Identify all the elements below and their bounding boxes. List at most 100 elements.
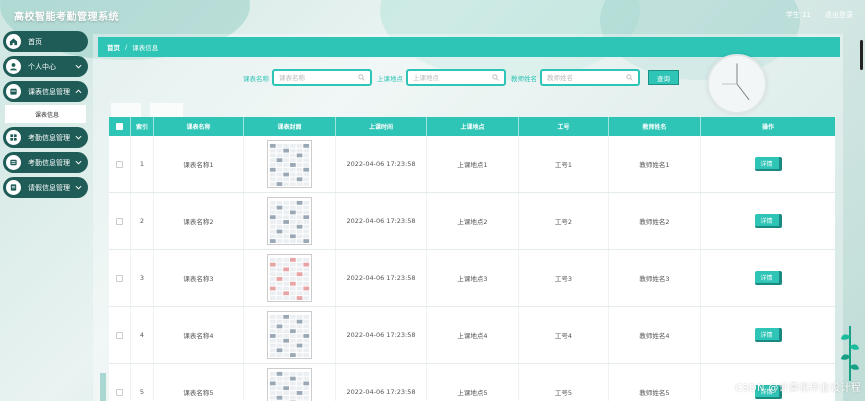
timetable-grid-graphic	[269, 257, 310, 300]
course-name-field[interactable]	[272, 69, 372, 86]
header-time: 上课时间	[336, 117, 427, 136]
row-place: 上课地点5	[427, 364, 519, 401]
clock-decoration	[707, 54, 767, 114]
sidebar-item-attendance[interactable]: 考勤信息管理	[3, 127, 88, 148]
detail-button[interactable]: 详情	[754, 328, 782, 342]
chevron-down-icon	[75, 64, 82, 69]
calendar-icon	[6, 84, 21, 99]
row-checkbox[interactable]	[116, 217, 123, 225]
schedule-thumbnail[interactable]	[267, 311, 312, 359]
place-label: 上课地点	[377, 74, 403, 83]
row-checkbox[interactable]	[116, 160, 123, 168]
table-row: 5 课表名称5 2022-04-06 17:23:58 上课地点5 工号5 教师…	[109, 364, 835, 401]
user-name[interactable]: 学生 11	[786, 10, 811, 20]
header-select-all[interactable]	[109, 117, 131, 136]
row-course-name: 课表名称3	[154, 250, 244, 306]
row-teacher: 教师姓名1	[609, 136, 701, 192]
sidebar-subitem-schedule-info[interactable]: 课表信息	[5, 105, 86, 123]
course-name-label: 课表名称	[243, 74, 269, 83]
place-field[interactable]	[406, 69, 506, 86]
row-checkbox[interactable]	[116, 274, 123, 282]
row-index: 3	[131, 250, 154, 306]
row-place: 上课地点3	[427, 250, 519, 306]
grid-icon	[6, 130, 21, 145]
schedule-table: 索引 课表名称 课表封面 上课时间 上课地点 工号 教师姓名 操作 1 课表名称…	[109, 117, 835, 401]
row-course-name: 课表名称1	[154, 136, 244, 192]
row-time: 2022-04-06 17:23:58	[336, 307, 427, 363]
row-index: 2	[131, 193, 154, 249]
course-name-input[interactable]	[279, 73, 357, 82]
scrollbar[interactable]	[860, 40, 863, 70]
sidebar-item-leave[interactable]: 请假信息管理	[3, 177, 88, 198]
list-icon	[6, 155, 21, 170]
header-course-name: 课表名称	[154, 117, 244, 136]
sidebar-item-schedule[interactable]: 课表信息管理	[3, 81, 88, 102]
header-teacher: 教师姓名	[609, 117, 701, 136]
breadcrumb-home[interactable]: 首页	[107, 42, 120, 52]
teacher-label: 教师姓名	[511, 74, 537, 83]
logout-button[interactable]: 退出登录	[825, 10, 853, 20]
table-row: 1 课表名称1 2022-04-06 17:23:58 上课地点1 工号1 教师…	[109, 136, 835, 193]
checkbox[interactable]	[116, 123, 123, 130]
schedule-thumbnail[interactable]	[267, 368, 312, 401]
watermark: CSDN @计算机毕业设计程	[735, 383, 861, 394]
search-icon	[492, 74, 499, 81]
timetable-grid-graphic	[269, 200, 310, 243]
row-time: 2022-04-06 17:23:58	[336, 136, 427, 192]
sidebar-item-label: 个人中心	[28, 62, 56, 71]
user-area: 学生 11 退出登录	[786, 10, 853, 20]
timetable-grid-graphic	[269, 371, 310, 401]
row-staff-no: 工号5	[519, 364, 609, 401]
chevron-up-icon	[75, 89, 82, 94]
sidebar: 首页 个人中心 课表信息管理 课表信息 考勤信息管理 考勤信息管理 请假信息管理	[3, 31, 88, 202]
home-icon	[6, 34, 21, 49]
row-course-name: 课表名称4	[154, 307, 244, 363]
sidebar-item-label: 首页	[28, 37, 42, 46]
header-cover: 课表封面	[244, 117, 336, 136]
teacher-field[interactable]	[540, 69, 640, 86]
tab-placeholder	[150, 103, 183, 117]
row-checkbox[interactable]	[116, 388, 123, 396]
row-staff-no: 工号4	[519, 307, 609, 363]
plant-decoration	[841, 326, 859, 381]
schedule-thumbnail[interactable]	[267, 197, 312, 245]
place-input[interactable]	[413, 73, 491, 82]
row-course-name: 课表名称5	[154, 364, 244, 401]
row-time: 2022-04-06 17:23:58	[336, 193, 427, 249]
header-staff-no: 工号	[519, 117, 609, 136]
row-teacher: 教师姓名5	[609, 364, 701, 401]
detail-button[interactable]: 详情	[754, 271, 782, 285]
detail-button[interactable]: 详情	[754, 157, 782, 171]
row-place: 上课地点1	[427, 136, 519, 192]
schedule-thumbnail[interactable]	[267, 254, 312, 302]
breadcrumb-current: 课表信息	[132, 44, 159, 52]
sidebar-item-home[interactable]: 首页	[3, 31, 88, 52]
row-index: 4	[131, 307, 154, 363]
row-staff-no: 工号2	[519, 193, 609, 249]
sidebar-item-label: 课表信息管理	[28, 87, 70, 96]
row-index: 5	[131, 364, 154, 401]
search-icon	[626, 74, 633, 81]
header-actions: 操作	[761, 124, 774, 131]
tab-placeholder	[111, 103, 141, 117]
teacher-input[interactable]	[547, 73, 625, 82]
table-row: 3 课表名称3 2022-04-06 17:23:58 上课地点3 工号3 教师…	[109, 250, 835, 307]
row-checkbox[interactable]	[116, 331, 123, 339]
header-place: 上课地点	[427, 117, 519, 136]
query-button[interactable]: 查询	[648, 70, 679, 85]
row-staff-no: 工号3	[519, 250, 609, 306]
sidebar-item-attendance-2[interactable]: 考勤信息管理	[3, 152, 88, 173]
row-time: 2022-04-06 17:23:58	[336, 364, 427, 401]
document-icon	[6, 180, 21, 195]
chevron-down-icon	[75, 185, 82, 190]
sidebar-item-personal[interactable]: 个人中心	[3, 56, 88, 77]
row-staff-no: 工号1	[519, 136, 609, 192]
breadcrumb-separator: /	[125, 43, 128, 51]
row-time: 2022-04-06 17:23:58	[336, 250, 427, 306]
schedule-thumbnail[interactable]	[267, 140, 312, 188]
detail-button[interactable]: 详情	[754, 214, 782, 228]
user-icon	[6, 59, 21, 74]
row-place: 上课地点4	[427, 307, 519, 363]
search-form: 课表名称 上课地点 教师姓名 查询	[243, 69, 679, 86]
timetable-grid-graphic	[269, 314, 310, 357]
